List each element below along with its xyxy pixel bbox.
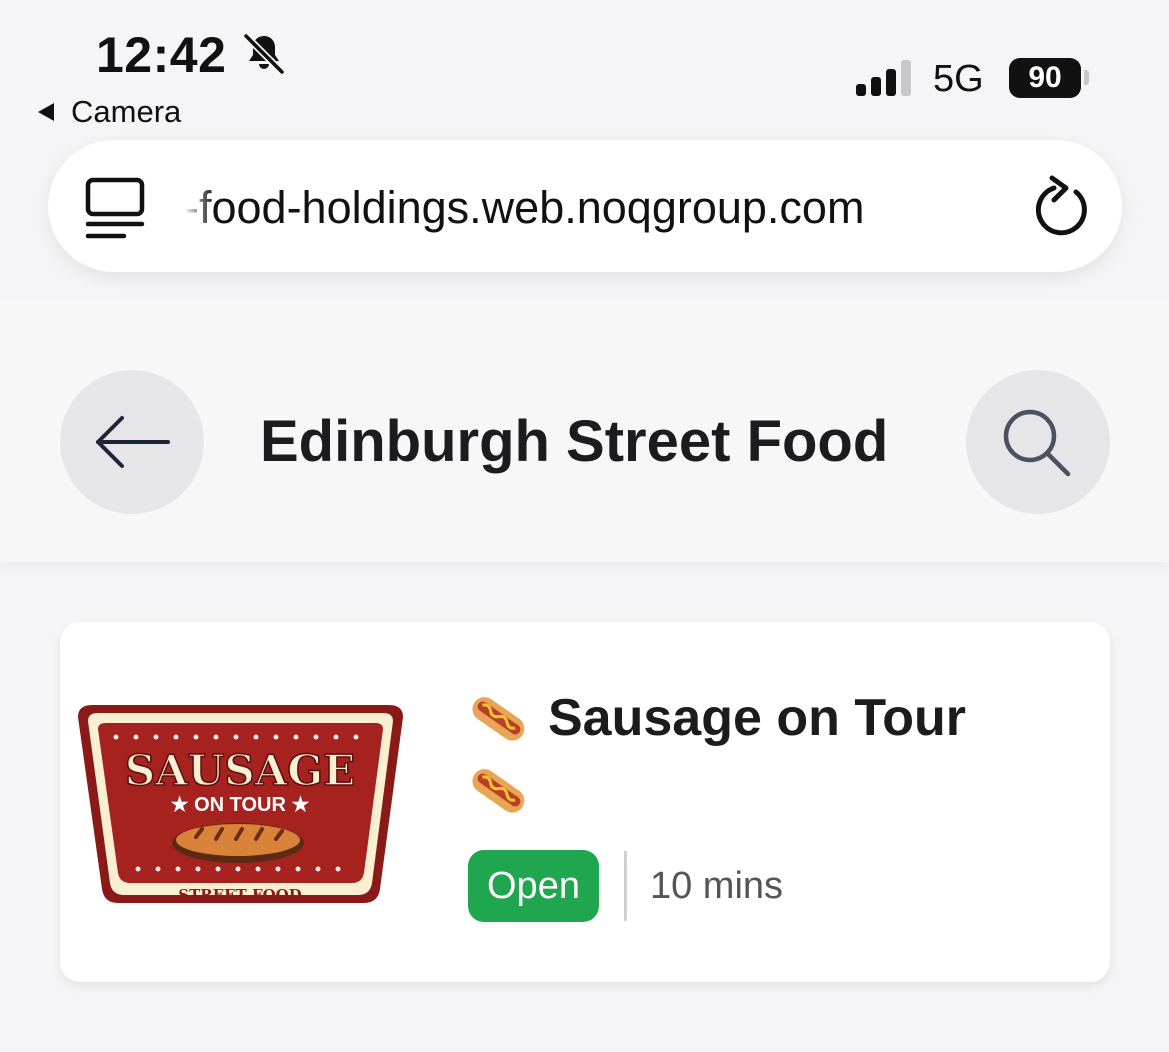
wait-time: 10 mins — [649, 864, 784, 907]
logo-footer: STREET FOOD — [178, 886, 302, 904]
vendor-logo: SAUSAGE ★ ON TOUR ★ STREET FOOD — [78, 705, 403, 904]
back-app-label: Camera — [71, 94, 182, 129]
vendor-status-row: Open 10 mins — [468, 850, 783, 922]
reload-icon[interactable] — [1030, 170, 1094, 242]
network-type: 5G — [933, 58, 984, 100]
bell-slash-icon — [243, 33, 285, 75]
vendor-name-text: Sausage on Tour — [548, 689, 966, 747]
back-triangle-icon — [38, 103, 54, 121]
battery-indicator: 90 — [1009, 58, 1081, 98]
arrow-left-icon — [96, 416, 170, 468]
url-text[interactable]: -food-holdings.web.noqgroup.com — [184, 182, 1004, 234]
search-icon — [1003, 409, 1071, 477]
hotdog-icon — [472, 769, 525, 813]
url-fade — [184, 170, 214, 230]
status-badge: Open — [468, 850, 599, 922]
back-button[interactable] — [60, 370, 204, 514]
hotdog-icon — [472, 697, 525, 741]
page-header: Edinburgh Street Food — [0, 300, 1169, 562]
vendor-name: Sausage on Tour — [468, 684, 1068, 824]
status-time: 12:42 — [96, 27, 227, 83]
address-bar[interactable]: -food-holdings.web.noqgroup.com — [48, 140, 1122, 272]
page-title: Edinburgh Street Food — [260, 409, 889, 474]
search-button[interactable] — [966, 370, 1110, 514]
divider — [623, 851, 627, 921]
status-bar: 12:42 Camera 5G 90 — [0, 0, 1169, 140]
logo-title: SAUSAGE — [125, 746, 355, 795]
reader-mode-icon[interactable] — [84, 176, 146, 242]
vendor-card[interactable]: SAUSAGE ★ ON TOUR ★ STREET FOOD Sausage … — [60, 622, 1110, 982]
logo-sausage — [172, 823, 304, 863]
logo-subtitle: ★ ON TOUR ★ — [171, 794, 310, 816]
battery-tip — [1084, 70, 1089, 85]
back-to-camera-link[interactable]: Camera — [38, 94, 181, 130]
signal-bars-icon — [856, 60, 911, 96]
